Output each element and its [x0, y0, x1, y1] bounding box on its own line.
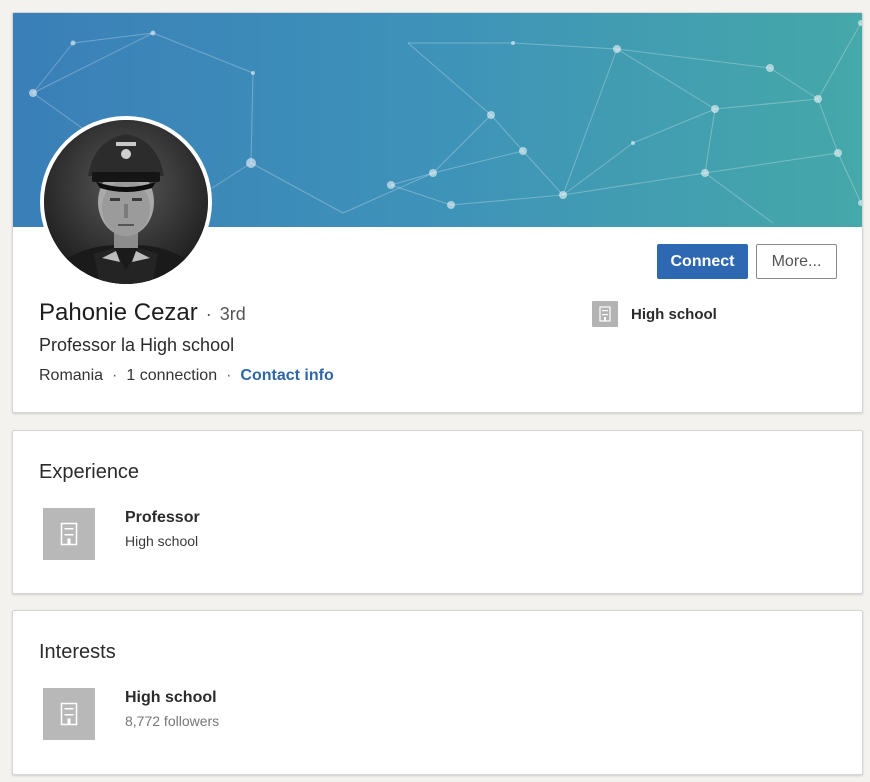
profile-location: Romania — [39, 367, 104, 384]
experience-position[interactable]: Professor — [125, 509, 200, 527]
connect-button[interactable]: Connect — [657, 244, 748, 279]
experience-company: High school — [125, 533, 199, 549]
experience-title: Experience — [39, 461, 140, 483]
interests-section: Interests High school 8,772 followers — [12, 610, 863, 775]
building-icon — [592, 301, 618, 327]
current-org-label: High school — [631, 305, 717, 323]
more-button[interactable]: More... — [756, 244, 837, 279]
profile-meta: Romania · 1 connection · Contact info — [39, 367, 334, 385]
interests-title: Interests — [39, 641, 116, 663]
profile-photo — [44, 120, 208, 284]
current-org-summary[interactable]: High school — [592, 301, 717, 327]
interest-followers: 8,772 followers — [125, 713, 220, 729]
name-separator: · — [205, 304, 212, 324]
profile-card: Connect More... Pahonie Cezar · 3rd Prof… — [12, 12, 863, 413]
meta-separator: · — [226, 367, 232, 384]
experience-section: Experience Professor High school — [12, 430, 863, 594]
name-row: Pahonie Cezar · 3rd — [39, 299, 246, 327]
connection-count[interactable]: 1 connection — [126, 367, 217, 385]
building-icon[interactable] — [43, 508, 95, 560]
building-icon[interactable] — [43, 688, 95, 740]
profile-headline: Professor la High school — [39, 335, 235, 355]
profile-name: Pahonie Cezar — [39, 299, 198, 326]
connection-degree: 3rd — [219, 304, 246, 324]
meta-separator: · — [112, 367, 118, 384]
contact-info-link[interactable]: Contact info — [240, 367, 333, 385]
interest-name[interactable]: High school — [125, 689, 217, 707]
profile-avatar[interactable] — [40, 116, 212, 288]
